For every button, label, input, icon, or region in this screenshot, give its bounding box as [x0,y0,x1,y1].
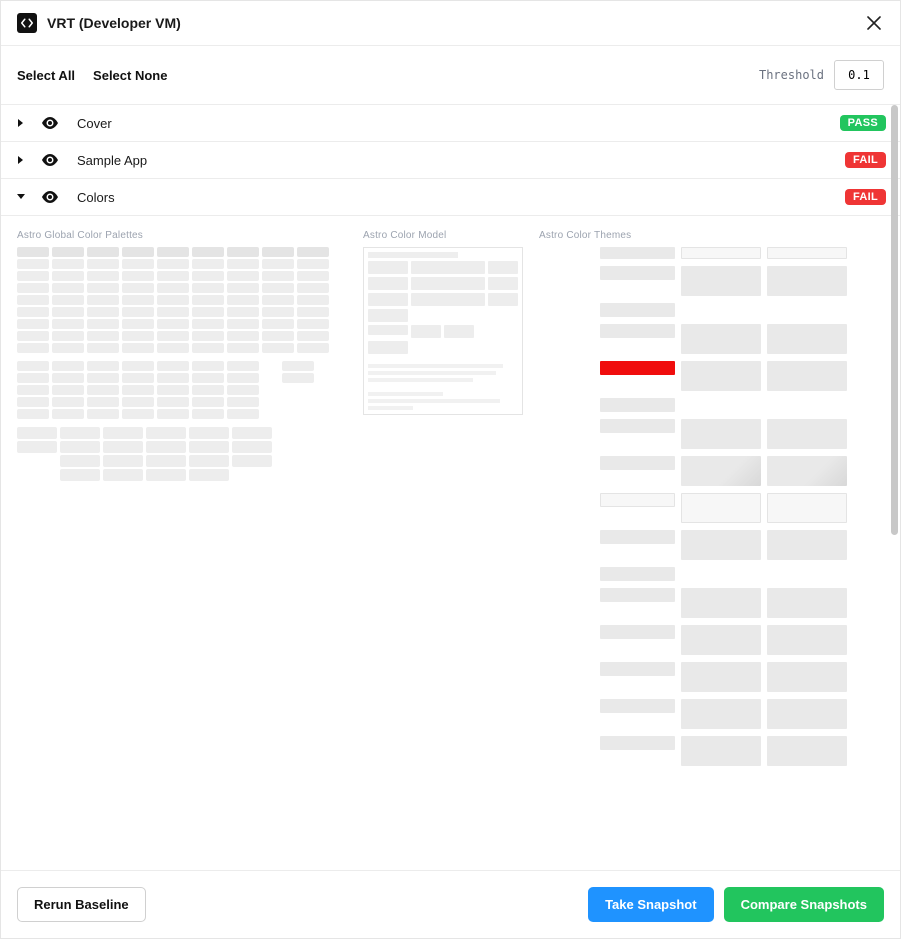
rerun-baseline-button[interactable]: Rerun Baseline [17,887,146,922]
visibility-toggle[interactable] [41,154,59,166]
code-icon [21,17,33,29]
eye-icon [41,154,59,166]
test-row-cover[interactable]: Cover PASS [1,105,900,142]
test-row-sample-app[interactable]: Sample App FAIL [1,142,900,179]
app-window: VRT (Developer VM) Select All Select Non… [0,0,901,939]
visibility-toggle[interactable] [41,117,59,129]
compare-snapshots-button[interactable]: Compare Snapshots [724,887,884,922]
status-badge: FAIL [845,152,886,168]
panel-title: Astro Global Color Palettes [17,230,347,241]
expand-toggle[interactable] [15,155,27,165]
test-expanded-colors: Astro Global Color Palettes /* rendered … [1,216,900,786]
take-snapshot-button[interactable]: Take Snapshot [588,887,714,922]
test-name: Cover [77,116,112,131]
diff-panel-color-themes: Astro Color Themes [539,230,859,766]
palette-grid-top: /* rendered below via innerHTML hack? no… [17,247,347,353]
close-icon [867,16,881,30]
status-badge: PASS [840,115,886,131]
panel-title: Astro Color Model [363,230,523,241]
eye-icon [41,117,59,129]
expand-toggle[interactable] [15,193,27,201]
test-name: Colors [77,190,115,205]
color-model-card [363,247,523,415]
controls-bar: Select All Select None Threshold [1,46,900,105]
visibility-toggle[interactable] [41,191,59,203]
footer: Rerun Baseline Take Snapshot Compare Sna… [1,870,900,938]
header: VRT (Developer VM) [1,1,900,46]
diff-highlight [600,361,675,375]
status-badge: FAIL [845,189,886,205]
palette-grid-bot [17,427,347,481]
palette-grid-mid [17,361,347,419]
expand-toggle[interactable] [15,118,27,128]
panel-title: Astro Color Themes [539,230,859,241]
threshold-label: Threshold [759,68,824,82]
select-none-button[interactable]: Select None [93,68,167,83]
chevron-right-icon [17,118,25,128]
chevron-down-icon [16,193,26,201]
close-button[interactable] [864,13,884,33]
chevron-right-icon [17,155,25,165]
select-all-button[interactable]: Select All [17,68,75,83]
window-title: VRT (Developer VM) [47,15,181,31]
themes-grid [539,247,859,766]
threshold-input[interactable] [834,60,884,90]
test-name: Sample App [77,153,147,168]
test-row-colors[interactable]: Colors FAIL [1,179,900,216]
diff-panel-palettes: Astro Global Color Palettes /* rendered … [17,230,347,766]
app-icon [17,13,37,33]
eye-icon [41,191,59,203]
diff-highlight [368,325,408,335]
test-list: Cover PASS Sample App FAIL Colors [1,105,900,870]
diff-panel-color-model: Astro Color Model [363,230,523,766]
scrollbar-thumb[interactable] [891,105,898,535]
